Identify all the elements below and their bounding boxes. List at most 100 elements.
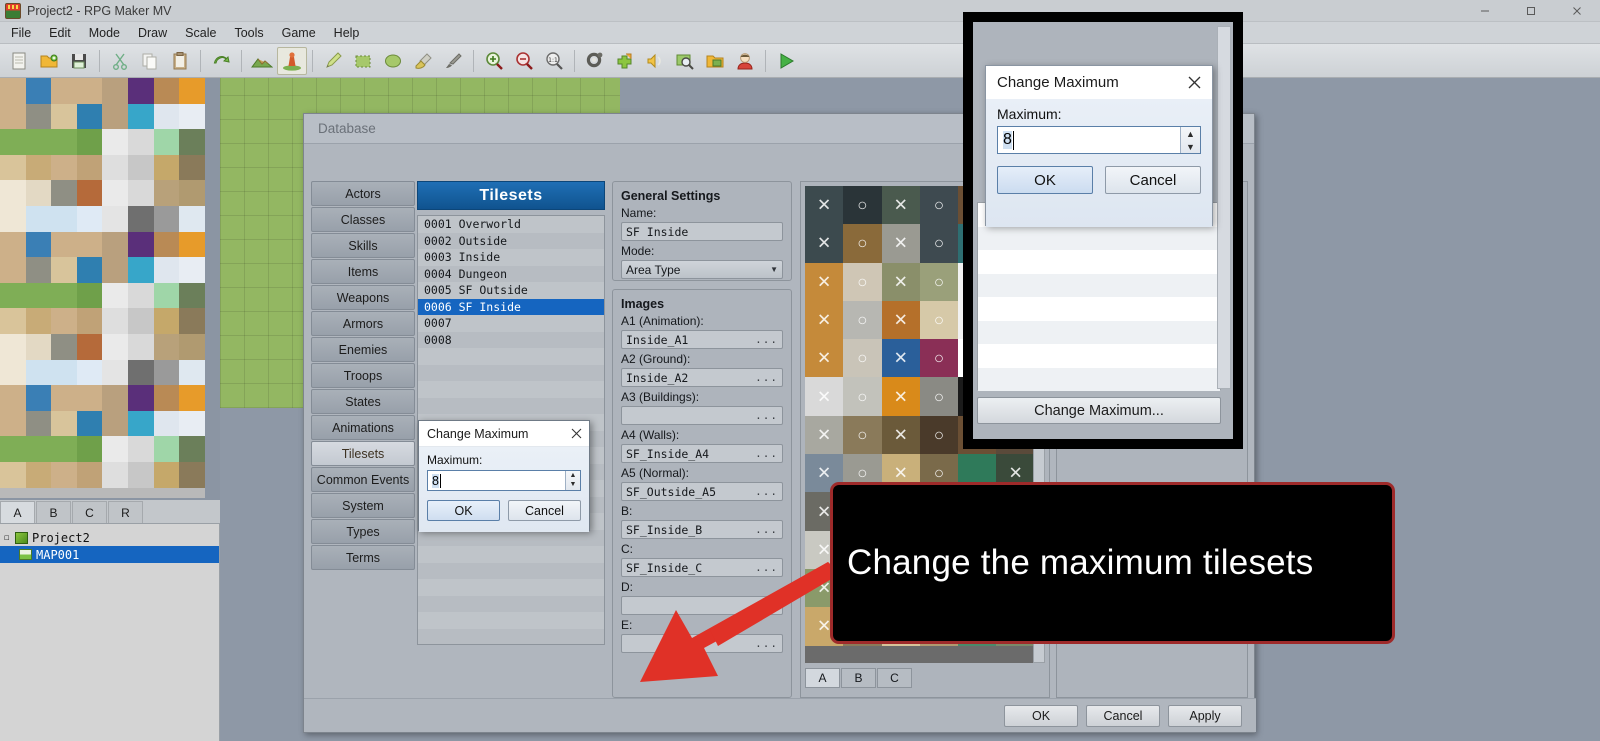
palette-tile[interactable] — [153, 257, 180, 283]
palette-tile[interactable] — [25, 205, 52, 232]
palette-tile[interactable] — [51, 359, 77, 386]
palette-tile[interactable] — [76, 231, 103, 258]
tileset-list-empty-row[interactable] — [418, 381, 604, 398]
map-tab-r[interactable]: R — [108, 501, 143, 523]
palette-tile[interactable] — [179, 333, 205, 360]
event-search-icon[interactable] — [670, 47, 700, 75]
menu-draw[interactable]: Draw — [129, 24, 176, 42]
tileset-preview-tile[interactable]: ○ — [919, 262, 959, 301]
palette-tile[interactable] — [179, 410, 205, 437]
mode-select[interactable]: Area Type ▼ — [621, 260, 783, 279]
palette-tile[interactable] — [25, 410, 52, 437]
palette-tile[interactable] — [51, 257, 77, 283]
database-tab-weapons[interactable]: Weapons — [311, 285, 415, 310]
tileset-preview-tile[interactable]: ○ — [919, 339, 959, 378]
database-icon[interactable] — [580, 47, 610, 75]
palette-tile[interactable] — [102, 103, 128, 130]
palette-tile[interactable] — [127, 129, 154, 155]
palette-tile[interactable] — [0, 461, 26, 488]
sound-test-icon[interactable] — [640, 47, 670, 75]
zoom-in-icon[interactable] — [479, 47, 509, 75]
palette-tile[interactable] — [76, 103, 103, 130]
palette-tile[interactable] — [179, 282, 205, 309]
palette-tile[interactable] — [102, 308, 128, 334]
palette-tile[interactable] — [179, 257, 205, 283]
magnified-ok-button[interactable]: OK — [997, 166, 1093, 194]
palette-tile[interactable] — [153, 231, 180, 258]
palette-tile[interactable] — [102, 436, 128, 462]
preview-tab-b[interactable]: B — [841, 668, 876, 688]
palette-tile[interactable] — [51, 180, 77, 206]
database-tab-common-events[interactable]: Common Events — [311, 467, 415, 492]
magnified-change-maximum-button[interactable]: Change Maximum... — [977, 397, 1221, 424]
menu-file[interactable]: File — [2, 24, 40, 42]
chevron-down-icon[interactable]: ▼ — [1186, 142, 1195, 151]
palette-tile[interactable] — [51, 282, 77, 309]
character-generator-icon[interactable] — [730, 47, 760, 75]
tileset-preview-tile[interactable]: ○ — [843, 262, 882, 301]
magnified-list-row[interactable] — [978, 367, 1220, 391]
save-project-icon[interactable] — [64, 47, 94, 75]
image-field-input[interactable]: ... — [621, 634, 783, 653]
palette-tile[interactable] — [76, 282, 103, 309]
palette-tile[interactable] — [153, 410, 180, 437]
undo-icon[interactable] — [206, 47, 236, 75]
tileset-list-empty-row[interactable] — [418, 546, 604, 563]
tileset-preview-tile[interactable]: ○ — [919, 377, 959, 416]
zoom-out-icon[interactable] — [509, 47, 539, 75]
tileset-preview-tile[interactable]: ✕ — [805, 339, 844, 378]
palette-tile[interactable] — [153, 154, 180, 181]
palette-tile[interactable] — [102, 78, 128, 104]
palette-tile[interactable] — [51, 385, 77, 411]
tileset-preview-tile[interactable]: ○ — [843, 377, 882, 416]
palette-tile[interactable] — [0, 385, 26, 411]
magnified-maximum-input[interactable]: 8 — [1003, 131, 1012, 149]
palette-tile[interactable] — [179, 154, 205, 181]
maximum-stepper[interactable]: 8 ▲ ▼ — [427, 470, 581, 491]
palette-tile[interactable] — [0, 180, 26, 206]
stepper-arrows[interactable]: ▲ ▼ — [1180, 127, 1200, 153]
close-icon[interactable] — [567, 425, 585, 443]
database-tab-armors[interactable]: Armors — [311, 311, 415, 336]
tileset-list-empty-row[interactable] — [418, 364, 604, 381]
palette-tile[interactable] — [76, 461, 103, 488]
palette-tile[interactable] — [127, 257, 154, 283]
palette-tile[interactable] — [153, 436, 180, 462]
palette-tile[interactable] — [76, 359, 103, 386]
tileset-list-item[interactable]: 0007 — [418, 315, 604, 332]
palette-tile[interactable] — [51, 78, 77, 104]
tileset-preview-tile[interactable]: ○ — [843, 415, 882, 455]
palette-tile[interactable] — [153, 282, 180, 309]
palette-tile[interactable] — [25, 308, 52, 334]
tileset-list-item[interactable]: 0005 SF Outside — [418, 282, 604, 299]
palette-tile[interactable] — [179, 103, 205, 130]
image-field-input[interactable]: ... — [621, 596, 783, 615]
browse-button[interactable]: ... — [755, 371, 778, 384]
tileset-preview-tile[interactable]: ○ — [919, 415, 959, 455]
resource-manager-icon[interactable] — [700, 47, 730, 75]
palette-tile[interactable] — [25, 436, 52, 462]
palette-tile[interactable] — [0, 103, 26, 130]
image-field-input[interactable]: SF_Inside_B... — [621, 520, 783, 539]
palette-tile[interactable] — [102, 257, 128, 283]
paste-icon[interactable] — [165, 47, 195, 75]
map-tab-b[interactable]: B — [36, 501, 71, 523]
tileset-list-item[interactable]: 0008 — [418, 331, 604, 348]
minimize-button[interactable] — [1462, 0, 1508, 22]
tileset-preview-tile[interactable]: ○ — [919, 300, 959, 340]
magnified-list-row[interactable] — [978, 226, 1220, 250]
browse-button[interactable]: ... — [755, 599, 778, 612]
tileset-list-empty-row[interactable] — [418, 612, 604, 629]
palette-tile[interactable] — [76, 410, 103, 437]
palette-tile[interactable] — [102, 410, 128, 437]
browse-button[interactable]: ... — [755, 637, 778, 650]
palette-tile[interactable] — [153, 308, 180, 334]
palette-tile[interactable] — [179, 385, 205, 411]
palette-tile[interactable] — [76, 180, 103, 206]
palette-tile[interactable] — [51, 231, 77, 258]
tileset-preview-tile[interactable]: ✕ — [805, 186, 844, 225]
palette-tile[interactable] — [25, 180, 52, 206]
palette-tile[interactable] — [25, 154, 52, 181]
palette-tile[interactable] — [179, 359, 205, 386]
palette-tile[interactable] — [0, 129, 26, 155]
